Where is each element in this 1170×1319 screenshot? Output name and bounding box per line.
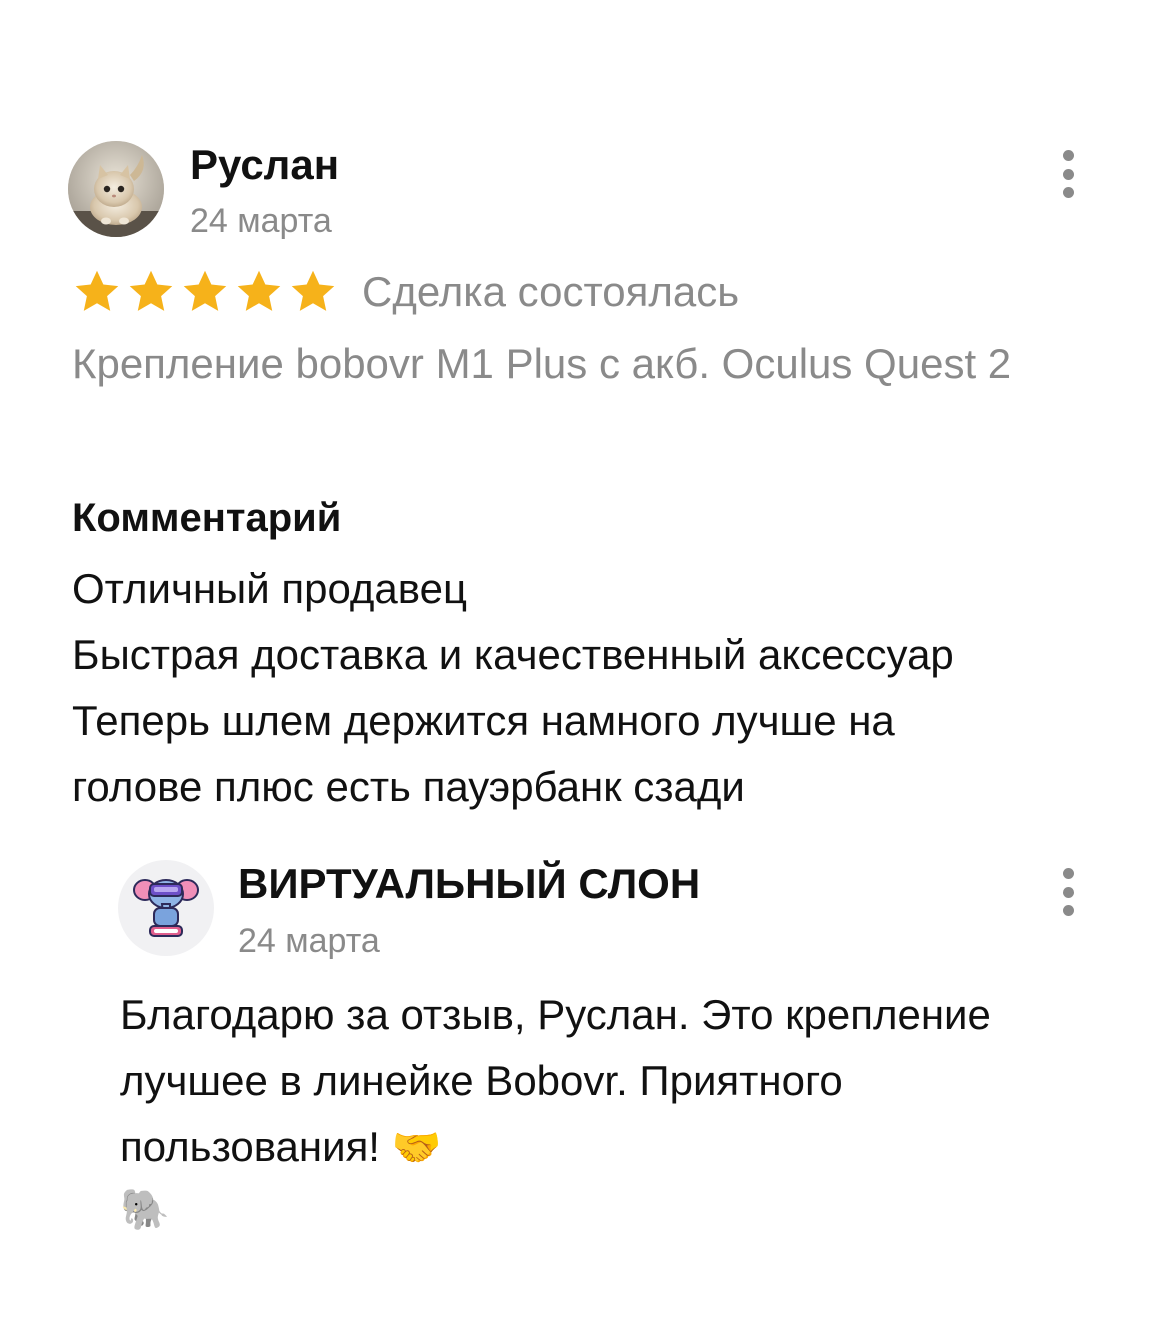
cat-avatar-icon	[68, 141, 164, 237]
elephant-icon: 🐘	[120, 1187, 170, 1233]
deal-status: Сделка состоялась	[362, 268, 740, 315]
product-title[interactable]: Крепление bobovr M1 Plus с акб. Oculus Q…	[72, 334, 1112, 394]
vr-elephant-logo-icon	[133, 879, 199, 937]
star-icon	[75, 270, 119, 311]
reply-line-text: пользования!	[120, 1123, 380, 1170]
elephant-emoji-line: 🐘	[120, 1186, 170, 1242]
reviewer-avatar[interactable]	[68, 141, 164, 237]
star-icon	[291, 270, 335, 311]
comment-line: Быстрая доставка и качественный аксессуа…	[72, 631, 954, 678]
reply-line: лучшее в линейке Bobovr. Приятного	[120, 1057, 843, 1104]
kebab-dot	[1062, 187, 1074, 198]
review-more-icon[interactable]	[1058, 150, 1078, 198]
comment-heading: Комментарий	[72, 496, 342, 540]
comment-text: Отличный продавец Быстрая доставка и кач…	[72, 556, 1112, 820]
star-icon	[237, 270, 281, 311]
kebab-dot	[1062, 886, 1074, 898]
comment-line: Теперь шлем держится намного лучше на	[72, 697, 895, 744]
reply-more-icon[interactable]	[1058, 868, 1078, 916]
seller-name[interactable]: ВИРТУАЛЬНЫЙ СЛОН	[238, 858, 700, 910]
review-date: 24 марта	[190, 202, 332, 240]
reviewer-name[interactable]: Руслан	[190, 140, 339, 190]
kebab-dot	[1062, 905, 1074, 916]
reply-date: 24 марта	[238, 922, 380, 960]
reply-line: Благодарю за отзыв, Руслан. Это креплени…	[120, 991, 991, 1038]
star-icon	[129, 270, 173, 311]
star-icon	[183, 270, 227, 311]
reply-text: Благодарю за отзыв, Руслан. Это креплени…	[120, 982, 1120, 1181]
comment-line: Отличный продавец	[72, 565, 468, 612]
star-rating	[72, 267, 338, 317]
kebab-dot	[1062, 868, 1074, 879]
handshake-icon: 🤝	[391, 1125, 442, 1171]
rating-row: Сделка состоялась	[72, 266, 739, 318]
seller-avatar[interactable]	[118, 860, 214, 956]
comment-line: голове плюс есть пауэрбанк сзади	[72, 763, 745, 810]
reply-line-last: пользования! 🤝	[120, 1114, 1120, 1181]
kebab-dot	[1062, 168, 1074, 180]
kebab-dot	[1062, 150, 1074, 161]
